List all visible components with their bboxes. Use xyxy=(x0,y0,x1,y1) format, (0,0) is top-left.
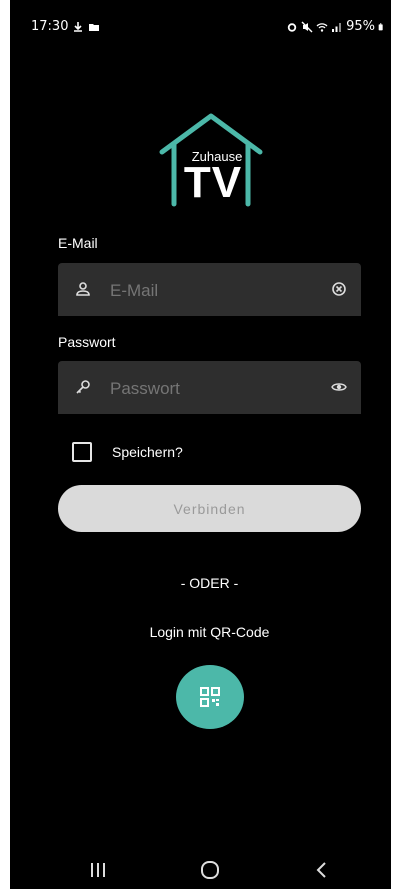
remember-checkbox[interactable] xyxy=(72,442,92,462)
email-input[interactable] xyxy=(108,280,322,302)
email-label: E-Mail xyxy=(58,235,98,251)
navigation-bar xyxy=(10,850,391,889)
home-icon[interactable] xyxy=(198,860,222,880)
recent-apps-icon[interactable] xyxy=(86,860,110,880)
phone-screen: 17:30 95% Zuhause TV E-Mail Passwort xyxy=(10,0,391,889)
folder-icon xyxy=(89,23,100,31)
battery-icon xyxy=(378,22,383,30)
email-field-container[interactable] xyxy=(58,263,361,316)
password-input[interactable] xyxy=(108,378,322,400)
eye-icon[interactable] xyxy=(331,379,347,395)
download-icon xyxy=(74,21,83,32)
qr-code-icon xyxy=(200,687,220,707)
status-time: 17:30 xyxy=(31,19,69,34)
password-field-container[interactable] xyxy=(58,361,361,414)
battery-percent: 95% xyxy=(346,19,375,34)
qr-login-button[interactable] xyxy=(176,665,244,729)
signal-icon xyxy=(332,22,342,32)
qr-login-label: Login mit QR-Code xyxy=(149,624,270,640)
mute-icon xyxy=(301,21,313,32)
key-icon xyxy=(76,380,90,394)
password-label: Passwort xyxy=(58,334,116,350)
alarm-icon xyxy=(287,22,297,32)
status-bar: 17:30 95% xyxy=(10,0,391,40)
back-icon[interactable] xyxy=(310,860,334,880)
connect-button[interactable]: Verbinden xyxy=(58,485,361,532)
remember-label: Speichern? xyxy=(112,444,183,460)
clear-icon[interactable] xyxy=(331,281,347,297)
user-icon xyxy=(76,282,90,296)
or-divider: - ODER - xyxy=(180,575,239,591)
wifi-icon xyxy=(316,22,328,32)
logo-title: TV xyxy=(183,158,243,207)
